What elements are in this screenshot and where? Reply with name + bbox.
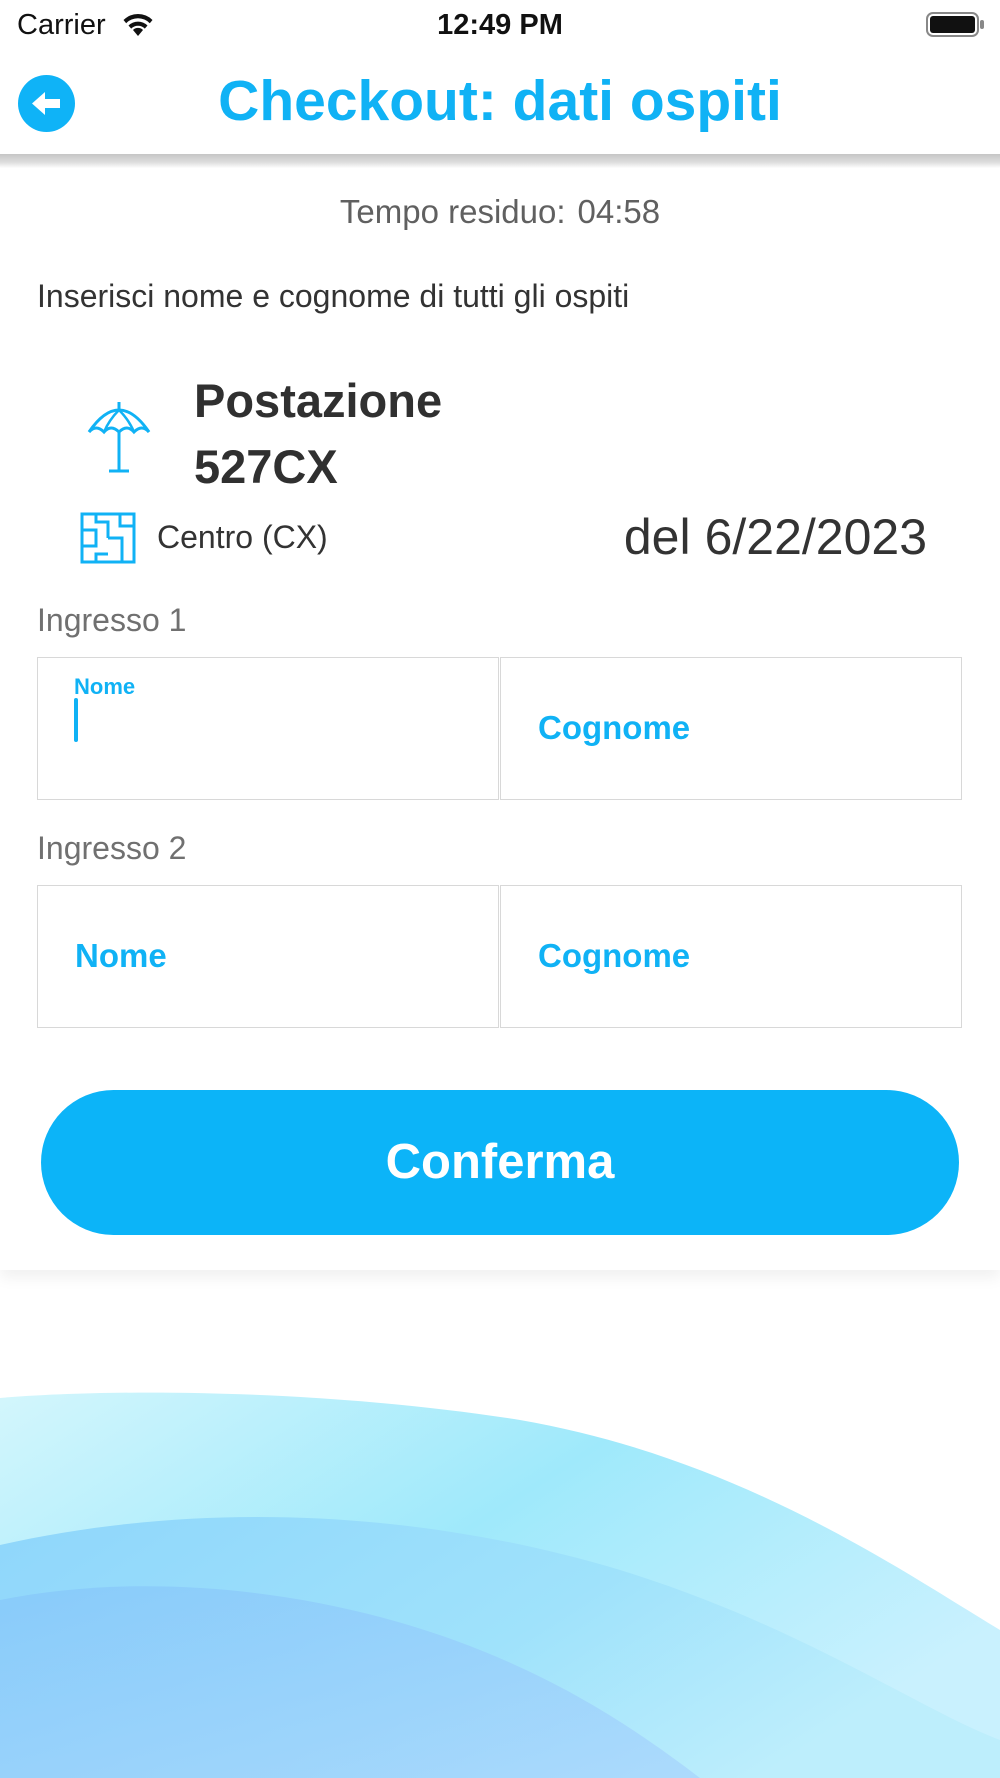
beach-umbrella-icon [84,398,154,483]
first-name-label-2: Nome [75,937,167,974]
station-code: 527CX [194,440,338,493]
entry-label-2: Ingresso 2 [37,830,187,866]
last-name-field-2[interactable]: Cognome [500,885,962,1028]
entry-row-2: Nome Cognome [37,885,964,1030]
text-cursor [74,698,78,742]
map-icon [80,512,136,569]
status-bar: Carrier 12:49 PM [0,0,1000,52]
entry-label-1: Ingresso 1 [37,602,187,638]
instructions-text: Inserisci nome e cognome di tutti gli os… [37,278,630,314]
timer-label: Tempo residuo: [339,193,566,230]
station-title: Postazione 527CX [194,368,442,500]
zone-label: Centro (CX) [157,519,328,555]
date-value: 6/22/2023 [704,509,927,565]
first-name-field-2[interactable]: Nome [37,885,499,1028]
clock: 12:49 PM [437,9,563,41]
battery-icon [926,11,986,44]
last-name-label-1: Cognome [538,709,691,746]
header-divider [0,154,1000,168]
timer-value: 04:58 [577,193,661,230]
booking-date: del 6/22/2023 [624,508,927,566]
entry-row-1: Nome Cognome [37,657,964,802]
first-name-label-1: Nome [74,674,136,699]
page-title: Checkout: dati ospiti [218,69,782,133]
last-name-field-1[interactable]: Cognome [500,657,962,800]
checkout-card: Tempo residuo: 04:58 Inserisci nome e cog… [0,168,1000,1270]
date-prefix: del [623,509,691,565]
header: Checkout: dati ospiti [0,52,1000,154]
station-title-line1: Postazione [194,374,443,427]
countdown-timer: Tempo residuo: 04:58 [0,193,1000,231]
first-name-field-1[interactable]: Nome [37,657,499,800]
confirm-button[interactable]: Conferma [41,1090,959,1235]
wave-background [0,1392,1000,1778]
last-name-label-2: Cognome [538,937,691,974]
